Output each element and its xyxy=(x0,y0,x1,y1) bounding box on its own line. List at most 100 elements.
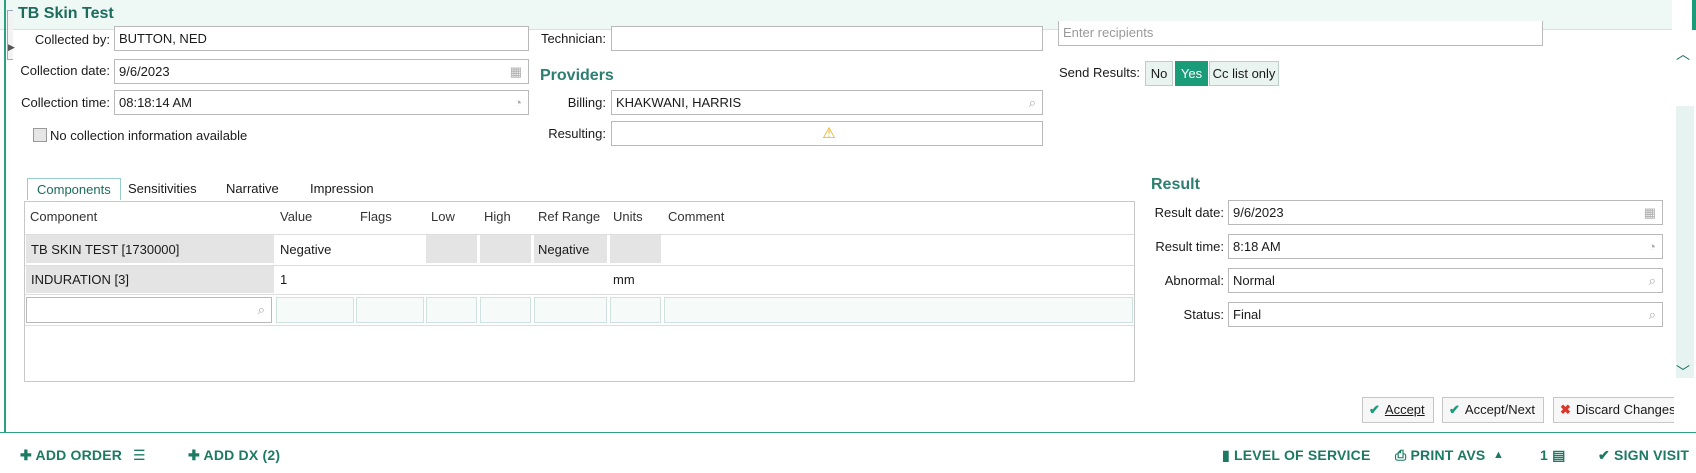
discard-changes-button[interactable]: ✖ Discard Changes xyxy=(1553,397,1685,423)
new-component-search-input[interactable]: ⌕ xyxy=(26,297,272,323)
add-order-label: ADD ORDER xyxy=(35,447,123,463)
grid-divider xyxy=(25,325,1134,326)
collected-by-field[interactable]: BUTTON, NED xyxy=(114,26,529,51)
collected-by-value: BUTTON, NED xyxy=(119,31,207,46)
clock-icon[interactable]: ◔ xyxy=(514,91,522,114)
billing-provider-value: KHAKWANI, HARRIS xyxy=(616,95,742,110)
component-units: mm xyxy=(613,272,635,287)
new-high-cell[interactable] xyxy=(480,297,531,323)
new-flags-cell[interactable] xyxy=(356,297,424,323)
calendar-icon[interactable]: ▦ xyxy=(510,60,522,83)
send-results-cc-button[interactable]: Cc list only xyxy=(1209,61,1279,86)
col-header-component[interactable]: Component xyxy=(30,209,97,224)
low-cell xyxy=(426,235,477,263)
scroll-up-icon[interactable]: ︿ xyxy=(1676,44,1690,64)
technician-field[interactable] xyxy=(611,26,1043,51)
add-dx-label: ADD DX (2) xyxy=(203,447,281,463)
sign-visit-button[interactable]: ✔ SIGN VISIT xyxy=(1598,447,1689,464)
checkmark-next-icon: ✔ xyxy=(1449,402,1460,417)
send-results-no-button[interactable]: No xyxy=(1145,61,1173,86)
component-name: INDURATION [3] xyxy=(31,272,129,287)
providers-heading: Providers xyxy=(540,67,614,84)
new-ref-range-cell[interactable] xyxy=(534,297,607,323)
print-avs-label: PRINT AVS xyxy=(1410,447,1486,463)
scrollbar-edge xyxy=(1692,0,1696,30)
level-of-service-label: LEVEL OF SERVICE xyxy=(1234,447,1371,463)
component-name: TB SKIN TEST [1730000] xyxy=(31,242,180,257)
accept-next-label: Accept/Next xyxy=(1464,402,1535,417)
add-dx-button[interactable]: ✚ ADD DX (2) xyxy=(188,447,280,464)
checkmark-icon: ✔ xyxy=(1369,402,1380,417)
add-order-button[interactable]: ✚ ADD ORDER xyxy=(20,447,122,464)
col-header-flags[interactable]: Flags xyxy=(360,209,392,224)
new-low-cell[interactable] xyxy=(426,297,477,323)
status-field[interactable]: Final ⌕ xyxy=(1228,302,1663,327)
search-icon[interactable]: ⌕ xyxy=(258,298,265,321)
collection-time-field[interactable]: 08:18:14 AM ◔ xyxy=(114,90,529,115)
recipients-input[interactable]: Enter recipients xyxy=(1058,21,1543,46)
accept-label: Accept xyxy=(1384,402,1425,417)
no-collection-label: No collection information available xyxy=(50,128,248,143)
new-units-cell[interactable] xyxy=(610,297,661,323)
search-icon[interactable]: ⌕ xyxy=(1029,91,1036,114)
order-list-icon[interactable]: ☰ xyxy=(133,447,146,464)
print-options-chevron-icon[interactable]: ▲ xyxy=(1493,449,1504,461)
warning-icon: ⚠ xyxy=(822,125,836,142)
tab-components[interactable]: Components xyxy=(27,178,121,200)
abnormal-field[interactable]: Normal ⌕ xyxy=(1228,268,1663,293)
scroll-down-icon[interactable]: ﹀ xyxy=(1676,362,1690,382)
print-avs-button[interactable]: ⎙ PRINT AVS xyxy=(1395,447,1485,464)
collected-by-label: Collected by: xyxy=(34,32,110,47)
calendar-icon[interactable]: ▦ xyxy=(1644,201,1656,224)
collection-time-label: Collection time: xyxy=(21,95,110,110)
status-value: Final xyxy=(1233,307,1262,322)
accept-button[interactable]: ✔ Accept xyxy=(1362,397,1434,423)
collection-date-field[interactable]: 9/6/2023 ▦ xyxy=(114,59,529,84)
tab-sensitivities-label: Sensitivities xyxy=(128,181,197,196)
result-date-value: 9/6/2023 xyxy=(1233,205,1284,220)
collection-date-label: Collection date: xyxy=(20,63,110,78)
billing-provider-field[interactable]: KHAKWANI, HARRIS ⌕ xyxy=(611,90,1043,115)
clipboard-button[interactable]: 1 ▤ xyxy=(1540,447,1566,464)
component-value[interactable]: 1 xyxy=(280,272,287,287)
abnormal-label: Abnormal: xyxy=(1164,273,1224,288)
result-time-field[interactable]: 8:18 AM ◔ xyxy=(1228,234,1663,259)
col-header-ref-range[interactable]: Ref Range xyxy=(538,209,600,224)
tab-narrative[interactable]: Narrative xyxy=(226,178,279,200)
collection-time-value: 08:18:14 AM xyxy=(119,95,192,110)
tab-impression[interactable]: Impression xyxy=(310,178,374,200)
scrollbar-thumb[interactable] xyxy=(1676,106,1694,378)
send-results-yes-button[interactable]: Yes xyxy=(1175,61,1208,86)
left-accent-line xyxy=(4,0,6,432)
search-icon[interactable]: ⌕ xyxy=(1649,269,1656,292)
abnormal-value: Normal xyxy=(1233,273,1275,288)
col-header-units[interactable]: Units xyxy=(613,209,643,224)
clock-icon[interactable]: ◔ xyxy=(1648,235,1656,258)
col-header-high[interactable]: High xyxy=(484,209,511,224)
new-comment-cell[interactable] xyxy=(664,297,1133,323)
accept-next-button[interactable]: ✔ Accept/Next xyxy=(1442,397,1544,423)
tab-sensitivities[interactable]: Sensitivities xyxy=(128,178,197,200)
col-header-low[interactable]: Low xyxy=(431,209,455,224)
units-cell xyxy=(610,235,661,263)
search-icon[interactable]: ⌕ xyxy=(1649,303,1656,326)
col-header-comment[interactable]: Comment xyxy=(668,209,724,224)
component-value[interactable]: Negative xyxy=(280,242,331,257)
plus-icon: ✚ xyxy=(20,447,36,463)
clipboard-count: 1 xyxy=(1540,447,1548,463)
send-results-label: Send Results: xyxy=(1059,65,1140,80)
expand-arrow-icon[interactable]: ▶ xyxy=(8,42,15,53)
collection-date-value: 9/6/2023 xyxy=(119,64,170,79)
tab-narrative-label: Narrative xyxy=(226,181,279,196)
new-value-cell[interactable] xyxy=(276,297,354,323)
level-of-service-button[interactable]: ▮ LEVEL OF SERVICE xyxy=(1222,447,1371,464)
resulting-provider-field[interactable]: ⚠ xyxy=(611,121,1043,146)
sign-visit-label: SIGN VISIT xyxy=(1614,447,1690,463)
resulting-label: Resulting: xyxy=(548,126,606,141)
result-date-field[interactable]: 9/6/2023 ▦ xyxy=(1228,200,1663,225)
tab-components-label: Components xyxy=(37,182,111,197)
no-collection-checkbox[interactable] xyxy=(33,128,47,142)
result-date-label: Result date: xyxy=(1154,205,1224,220)
recipients-placeholder: Enter recipients xyxy=(1063,25,1154,40)
col-header-value[interactable]: Value xyxy=(280,209,312,224)
